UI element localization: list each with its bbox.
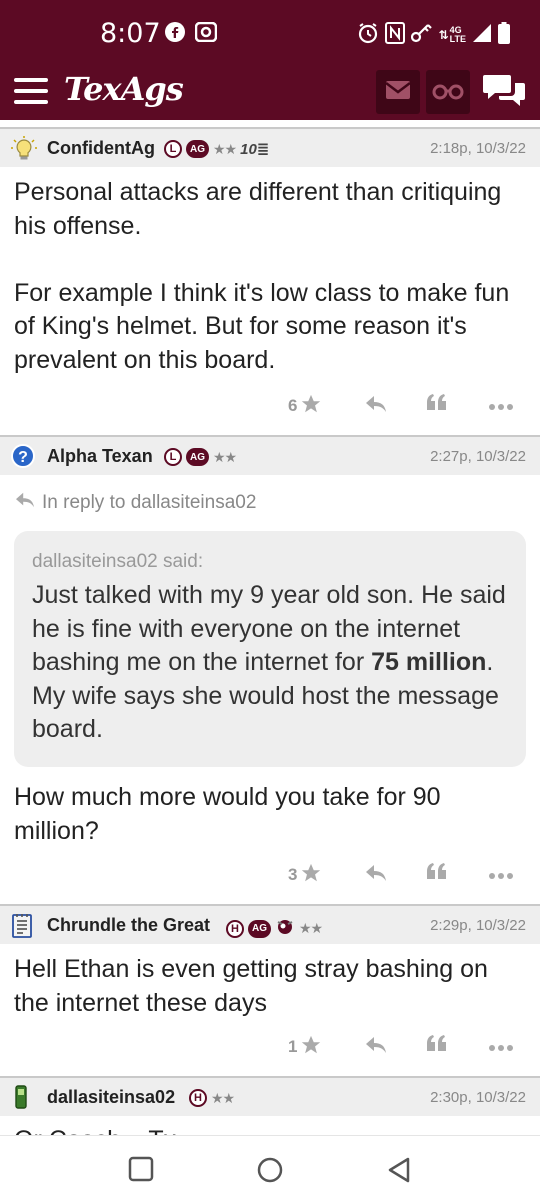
reply-icon bbox=[364, 863, 388, 888]
user-stars: ★★ bbox=[211, 1089, 235, 1106]
network-type-icon: ⇅ 4G LTE bbox=[438, 25, 466, 44]
badge-ag: AG bbox=[186, 140, 209, 158]
username[interactable]: ConfidentAg bbox=[47, 138, 155, 159]
star-button[interactable]: 6 bbox=[288, 388, 322, 424]
phone-icon[interactable] bbox=[10, 1084, 36, 1110]
user-rank: 10≣ bbox=[240, 141, 270, 158]
quote-text: Just talked with my 9 year old son. He s… bbox=[32, 581, 506, 743]
quote-button[interactable] bbox=[426, 857, 448, 893]
quote-icon bbox=[426, 862, 448, 888]
reply-icon bbox=[364, 1035, 388, 1060]
signal-icon bbox=[472, 23, 492, 48]
key-icon bbox=[410, 23, 433, 48]
more-icon bbox=[488, 396, 514, 416]
envelope-icon bbox=[385, 80, 411, 105]
post-body: Hell Ethan is even getting stray bashing… bbox=[14, 955, 488, 1017]
back-icon[interactable] bbox=[386, 1156, 412, 1189]
quote-icon bbox=[426, 1034, 448, 1060]
star-count: 1 bbox=[288, 1037, 298, 1056]
status-time: 8:07 bbox=[100, 18, 161, 49]
badge-ag: AG bbox=[248, 919, 271, 938]
more-button[interactable] bbox=[488, 857, 514, 893]
more-button[interactable] bbox=[488, 388, 514, 424]
post-time: 2:27p, 10/3/22 bbox=[430, 448, 526, 465]
messages-button[interactable] bbox=[376, 70, 420, 114]
home-icon[interactable] bbox=[256, 1156, 284, 1189]
lightbulb-icon[interactable] bbox=[10, 135, 37, 161]
more-icon bbox=[488, 865, 514, 885]
quote-button[interactable] bbox=[426, 388, 448, 424]
question-icon[interactable]: ? bbox=[10, 443, 36, 469]
notepad-icon[interactable] bbox=[10, 912, 36, 938]
post-time: 2:29p, 10/3/22 bbox=[430, 917, 526, 934]
in-reply-to-text: In reply to dallasiteinsa02 bbox=[42, 492, 257, 513]
username[interactable]: dallasiteinsa02 bbox=[47, 1087, 175, 1108]
post-body: How much more would you take for 90 mill… bbox=[14, 783, 441, 845]
reply-button[interactable] bbox=[364, 1029, 388, 1065]
star-button[interactable]: 3 bbox=[288, 857, 322, 893]
quote-author: dallasiteinsa02 said: bbox=[32, 551, 204, 572]
mascot-icon bbox=[275, 917, 295, 940]
badge-h: H bbox=[189, 1089, 207, 1107]
quote-icon bbox=[426, 393, 448, 419]
badge-l: L bbox=[164, 448, 182, 466]
star-count: 6 bbox=[288, 396, 298, 415]
badge-l: L bbox=[164, 140, 182, 158]
post-body: Personal attacks are different than crit… bbox=[14, 178, 510, 374]
reply-button[interactable] bbox=[364, 857, 388, 893]
nfc-icon bbox=[384, 21, 405, 49]
post-time: 2:18p, 10/3/22 bbox=[430, 140, 526, 157]
instagram-icon bbox=[194, 21, 218, 47]
user-badges: L AG ★★ bbox=[164, 448, 237, 466]
reply-arrow-icon bbox=[14, 491, 36, 515]
quote-box: dallasiteinsa02 said: Just talked with m… bbox=[14, 531, 526, 767]
user-stars: ★★ bbox=[213, 448, 237, 465]
chat-button[interactable] bbox=[482, 72, 526, 115]
post-header: dallasiteinsa02 H ★★ 2:30p, 10/3/22 bbox=[0, 1076, 540, 1116]
post-header: Chrundle the Great H AG ★★ 2:29p, 10/3/2… bbox=[0, 904, 540, 944]
menu-icon[interactable] bbox=[14, 78, 48, 104]
star-icon bbox=[300, 393, 322, 420]
in-reply-to-link[interactable]: In reply to dallasiteinsa02 bbox=[14, 491, 256, 515]
quote-button[interactable] bbox=[426, 1029, 448, 1065]
star-icon bbox=[300, 862, 322, 889]
alarm-icon bbox=[357, 22, 379, 49]
user-badges: H AG ★★ bbox=[226, 917, 323, 940]
facebook-icon bbox=[165, 22, 185, 47]
username[interactable]: Chrundle the Great bbox=[47, 915, 210, 936]
username[interactable]: Alpha Texan bbox=[47, 446, 153, 467]
status-icons: ⇅ 4G LTE bbox=[357, 20, 510, 50]
user-stars: ★★ bbox=[213, 140, 237, 157]
status-bar: 8:07 ⇅ 4G LTE bbox=[0, 0, 540, 62]
svg-text:?: ? bbox=[18, 449, 28, 466]
reply-icon bbox=[364, 394, 388, 419]
star-button[interactable]: 1 bbox=[288, 1029, 322, 1065]
more-icon bbox=[488, 1037, 514, 1057]
logo[interactable]: TexAgs bbox=[64, 70, 184, 108]
post-header: ? Alpha Texan L AG ★★ 2:27p, 10/3/22 bbox=[0, 435, 540, 475]
recents-icon[interactable] bbox=[128, 1156, 154, 1187]
app-header: TexAgs bbox=[0, 62, 540, 120]
badge-h: H bbox=[226, 919, 244, 938]
more-button[interactable] bbox=[488, 1029, 514, 1065]
post-actions: 6 bbox=[0, 388, 540, 424]
post-actions: 1 bbox=[0, 1029, 540, 1065]
watch-button[interactable] bbox=[426, 70, 470, 114]
quote-bold: 75 million bbox=[371, 648, 487, 676]
user-stars: ★★ bbox=[299, 920, 323, 936]
post-header: ConfidentAg L AG ★★ 10≣ 2:18p, 10/3/22 bbox=[0, 127, 540, 167]
reply-button[interactable] bbox=[364, 388, 388, 424]
battery-icon bbox=[498, 21, 510, 49]
post-actions: 3 bbox=[0, 857, 540, 893]
star-icon bbox=[300, 1034, 322, 1061]
navigation-bar bbox=[0, 1135, 540, 1200]
user-badges: H ★★ bbox=[189, 1089, 235, 1107]
star-count: 3 bbox=[288, 865, 298, 884]
post-time: 2:30p, 10/3/22 bbox=[430, 1089, 526, 1106]
user-badges: L AG ★★ 10≣ bbox=[164, 140, 269, 158]
badge-ag: AG bbox=[186, 448, 209, 466]
chat-bubbles-icon bbox=[482, 75, 526, 114]
binoculars-icon bbox=[432, 80, 464, 105]
